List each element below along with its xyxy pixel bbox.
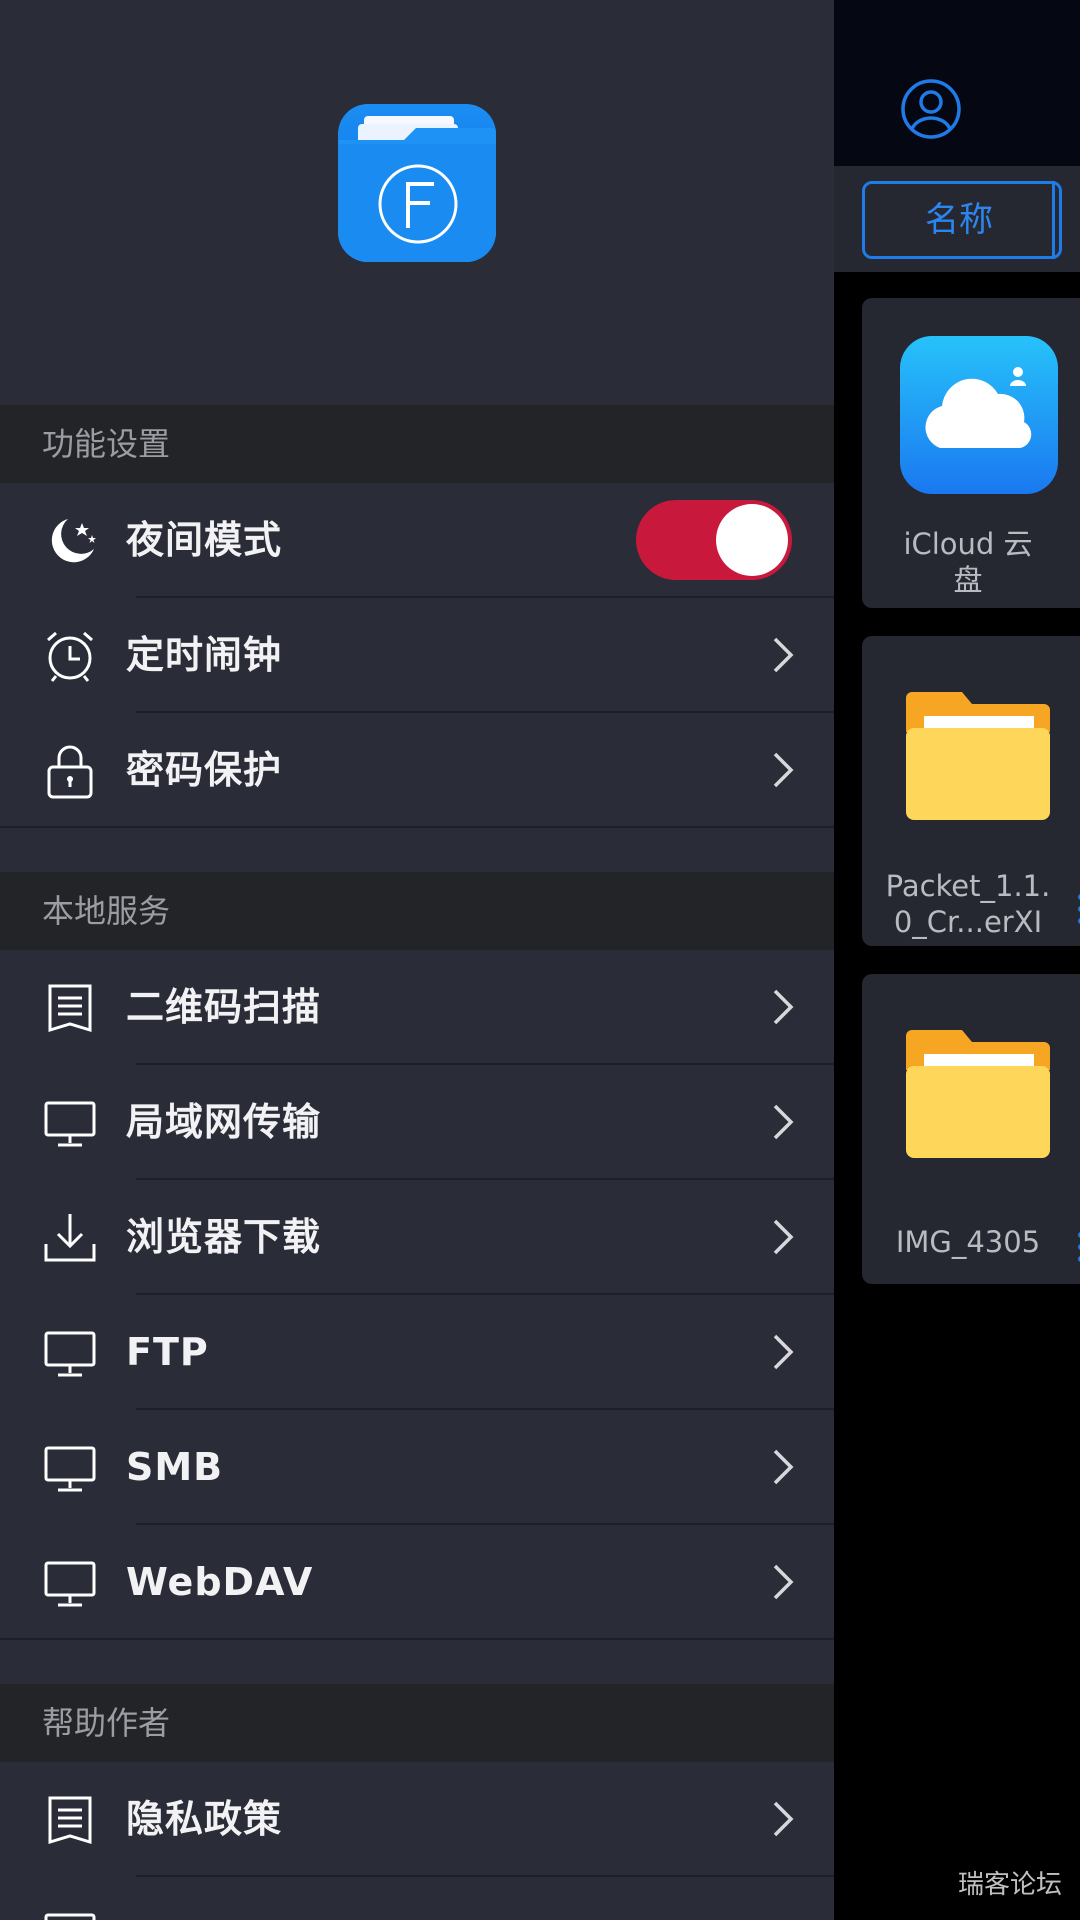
icloud-drive-card[interactable]: iCloud 云 盘 <box>862 298 1080 608</box>
qr-scan-row[interactable]: 二维码扫描 <box>0 950 834 1064</box>
monitor-icon <box>44 1446 96 1492</box>
moon-icon <box>51 519 96 563</box>
night-mode-toggle[interactable] <box>636 500 792 580</box>
chevron-right-icon <box>773 752 794 788</box>
folder-card[interactable]: Packet_1.1. 0_Cr...erXI <box>862 636 1080 946</box>
folder-label-line2: 0_Cr...erXI <box>893 905 1043 939</box>
monitor-icon <box>44 1913 96 1920</box>
monitor-icon <box>44 1101 96 1147</box>
lock-icon <box>47 745 93 799</box>
document-icon <box>48 1796 92 1845</box>
icloud-label-line1: iCloud 云 <box>903 527 1033 561</box>
top-bar <box>834 0 1080 166</box>
icloud-icon <box>900 336 1058 494</box>
watermark: 瑞客论坛 <box>958 1870 1063 1900</box>
privacy-policy-row[interactable]: 隐私政策 <box>0 1762 834 1876</box>
ftp-row[interactable]: FTP <box>0 1295 834 1409</box>
night-mode-row: 夜间模式 <box>0 483 834 597</box>
section-header-features: 功能设置 <box>0 405 834 483</box>
alarm-clock-icon <box>47 631 93 682</box>
password-protection-label: 密码保护 <box>126 748 283 792</box>
timer-alarm-label: 定时闹钟 <box>126 633 283 677</box>
webdav-row[interactable]: WebDAV <box>0 1525 834 1639</box>
smb-row[interactable]: SMB <box>0 1410 834 1524</box>
browser-download-row[interactable]: 浏览器下载 <box>0 1180 834 1294</box>
privacy-policy-label: 隐私政策 <box>126 1797 283 1841</box>
folder-icon <box>906 692 1050 820</box>
browser-download-label: 浏览器下载 <box>126 1215 322 1259</box>
chevron-right-icon <box>773 1449 794 1485</box>
download-icon <box>44 1214 96 1262</box>
chevron-right-icon <box>773 1334 794 1370</box>
toggle-knob <box>716 504 788 576</box>
smb-label: SMB <box>126 1445 224 1489</box>
divider <box>0 1638 834 1640</box>
section-header-local-services: 本地服务 <box>0 872 834 950</box>
file-browser-content: 名称 iCloud 云 盘 Packet_1.1. 0_Cr...erXI IM… <box>834 0 1080 1920</box>
chevron-right-icon <box>773 1104 794 1140</box>
webdav-label: WebDAV <box>126 1560 314 1604</box>
lan-transfer-label: 局域网传输 <box>126 1100 322 1144</box>
sort-by-name-button[interactable]: 名称 <box>862 181 1062 259</box>
chevron-right-icon <box>773 1564 794 1600</box>
timer-alarm-row[interactable]: 定时闹钟 <box>0 598 834 712</box>
app-logo-icon <box>338 104 496 262</box>
night-mode-label: 夜间模式 <box>126 518 283 562</box>
lan-transfer-row[interactable]: 局域网传输 <box>0 1065 834 1179</box>
icloud-label-line2: 盘 <box>953 563 983 597</box>
folder-card[interactable]: IMG_4305 <box>862 974 1080 1284</box>
folder-label: IMG_4305 <box>895 1225 1041 1259</box>
chevron-right-icon <box>773 637 794 673</box>
segment-divider <box>1052 181 1055 259</box>
section-header-help-author: 帮助作者 <box>0 1684 834 1762</box>
folder-label-line1: Packet_1.1. <box>885 869 1051 903</box>
document-icon <box>48 984 92 1033</box>
chevron-right-icon <box>773 1801 794 1837</box>
side-drawer: 功能设置 夜间模式 定时闹钟 密码保护 本地服务 二维码扫描 局域网传输 浏览器… <box>0 0 834 1920</box>
monitor-icon <box>44 1561 96 1607</box>
monitor-icon <box>44 1331 96 1377</box>
next-row-partial[interactable] <box>0 1877 834 1920</box>
folder-icon <box>906 1030 1050 1158</box>
sort-bar: 名称 <box>834 166 1080 272</box>
user-profile-icon[interactable] <box>900 78 962 140</box>
ftp-label: FTP <box>126 1330 209 1374</box>
drawer-header <box>0 0 834 404</box>
password-protection-row[interactable]: 密码保护 <box>0 713 834 827</box>
chevron-right-icon <box>773 989 794 1025</box>
qr-scan-label: 二维码扫描 <box>126 985 322 1029</box>
chevron-right-icon <box>773 1219 794 1255</box>
divider <box>0 826 834 828</box>
